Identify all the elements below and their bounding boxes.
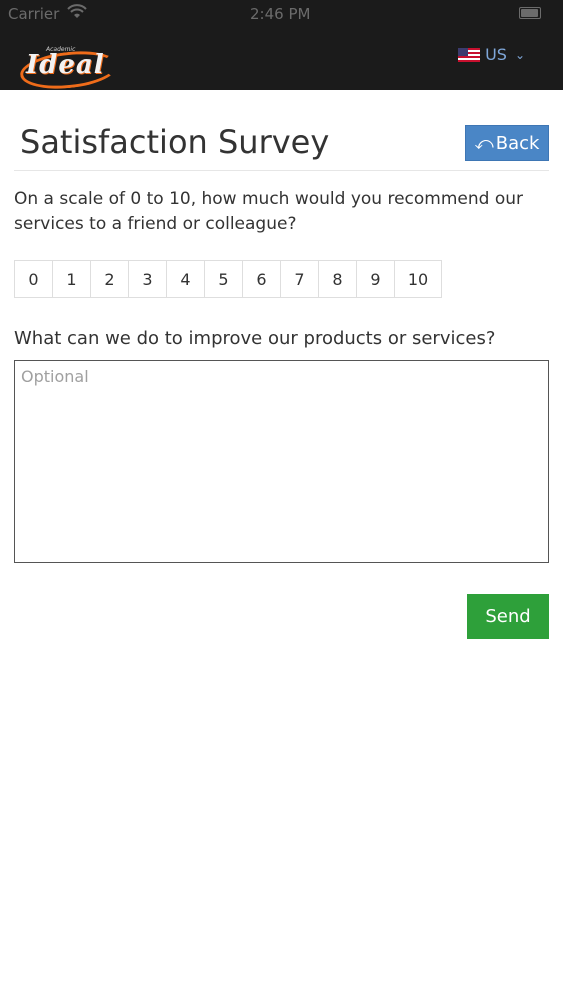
back-button-label: Back <box>495 132 540 154</box>
carrier-label: Carrier <box>8 5 60 23</box>
rating-option-3[interactable]: 3 <box>128 260 167 298</box>
page-title: Satisfaction Survey <box>20 123 330 161</box>
wifi-icon <box>67 4 87 18</box>
rating-option-0[interactable]: 0 <box>14 260 53 298</box>
rating-option-5[interactable]: 5 <box>204 260 243 298</box>
feedback-textarea[interactable] <box>14 360 549 563</box>
recommend-question: On a scale of 0 to 10, how much would yo… <box>14 189 524 234</box>
rating-option-6[interactable]: 6 <box>242 260 281 298</box>
ideal-logo[interactable]: Academic Ideal <box>18 46 120 94</box>
back-arrow-icon: ⤺ <box>474 132 494 154</box>
back-button[interactable]: ⤺ Back <box>465 125 549 161</box>
status-bar: Carrier 2:46 PM <box>0 0 563 28</box>
send-button[interactable]: Send <box>467 594 549 639</box>
rating-option-7[interactable]: 7 <box>280 260 319 298</box>
logo-text: Ideal <box>26 50 105 80</box>
chevron-down-icon: ⌄ <box>514 47 525 62</box>
divider <box>14 170 549 171</box>
rating-option-8[interactable]: 8 <box>318 260 357 298</box>
clock: 2:46 PM <box>250 5 311 23</box>
rating-option-4[interactable]: 4 <box>166 260 205 298</box>
language-selector[interactable]: US ⌄ <box>458 45 525 64</box>
rating-option-9[interactable]: 9 <box>356 260 395 298</box>
rating-scale: 0 1 2 3 4 5 6 7 8 9 10 <box>14 260 442 298</box>
us-flag-icon <box>458 47 481 62</box>
rating-option-2[interactable]: 2 <box>90 260 129 298</box>
improve-question: What can we do to improve our products o… <box>14 328 496 349</box>
rating-option-10[interactable]: 10 <box>394 260 442 298</box>
rating-option-1[interactable]: 1 <box>52 260 91 298</box>
battery-icon <box>519 7 541 19</box>
app-header: Academic Ideal US ⌄ <box>0 28 563 94</box>
language-label: US <box>485 45 507 64</box>
